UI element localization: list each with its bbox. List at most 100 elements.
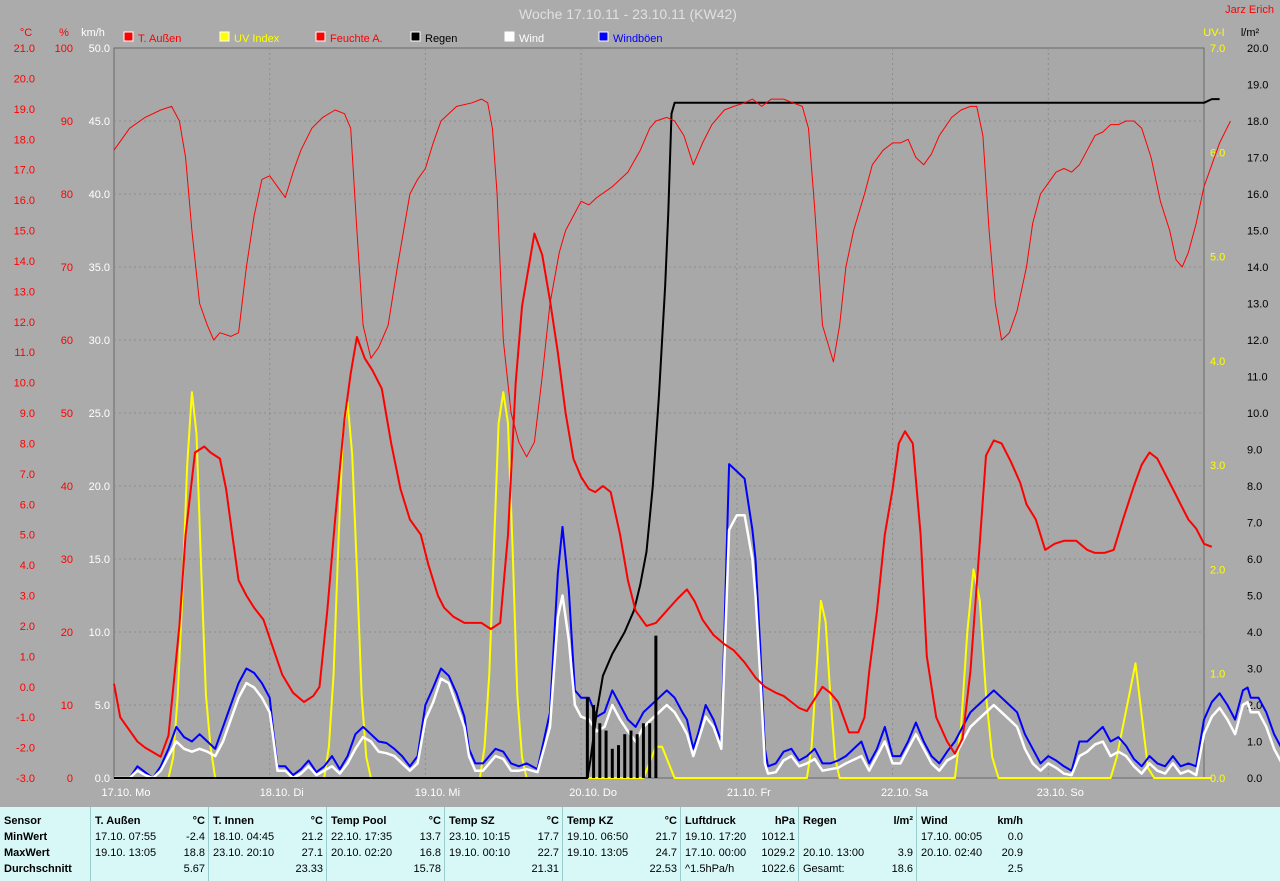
legend-label: UV Index [234,33,280,45]
temp-tick: 15.0 [14,226,35,238]
wind-tick: 25.0 [89,408,110,420]
stats-cell-label: MinWert [4,831,48,843]
stats-row: 21.31 [449,862,559,877]
stats-row: 19.10. 13:05 18.8 [95,846,205,861]
legend-swatch [598,31,609,42]
grid [113,47,1205,779]
uv-tick: 7.0 [1210,43,1225,55]
stats-row: 20.10. 02:20 16.8 [331,846,441,861]
rain-tick: 18.0 [1247,116,1268,128]
stats-cell-label: 19.10. 00:10 [449,847,511,859]
stats-row [803,830,913,845]
stats-cell-label: 23.10. 20:10 [213,847,275,859]
stats-header-unit: °C [546,815,559,827]
stats-cell-value: 18.6 [891,863,913,875]
temp-tick: 14.0 [14,256,35,268]
rain-bar [623,734,627,778]
temp-tick: 3.0 [20,591,35,603]
legend-label: Windböen [613,33,663,45]
temp-tick: 21.0 [14,43,35,55]
rain-tick: 15.0 [1247,226,1268,238]
temp-tick: 20.0 [14,73,35,85]
wind-unit-label: km/h [81,27,105,39]
humidity-tick: 40 [61,481,73,493]
legend-swatch [123,31,134,42]
stats-cell-label: 20.10. 02:20 [331,847,393,859]
temp-tick: 1.0 [20,651,35,663]
stats-row: 15.78 [331,862,441,877]
rain-tick: 12.0 [1247,335,1268,347]
stats-cell-label: MaxWert [4,847,50,859]
rain-tick: 14.0 [1247,262,1268,274]
stats-row: 23.33 [213,862,323,877]
rain-tick: 16.0 [1247,189,1268,201]
temp-tick: 17.0 [14,165,35,177]
temp-tick: 4.0 [20,560,35,572]
stats-header-label: T. Außen [95,815,141,827]
rain-tick: 8.0 [1247,481,1262,493]
stats-header-label: Sensor [4,815,42,827]
temp-tick: 13.0 [14,286,35,298]
rain-bar [585,697,589,778]
day-label: 19.10. Mi [415,787,460,799]
uv-unit-label: UV-I [1203,27,1224,39]
stats-cell-value: 13.7 [419,831,441,843]
humidity-tick: 20 [61,627,73,639]
temp-tick: 12.0 [14,317,35,329]
uv-tick: 4.0 [1210,356,1225,368]
legend-swatch [219,31,230,42]
humidity-tick: 50 [61,408,73,420]
stats-cell-label: Gesamt: [803,863,845,875]
day-label: 20.10. Do [569,787,617,799]
stats-cell-value: 18.8 [183,847,205,859]
stats-cell-value: 2.5 [1007,863,1023,875]
uv-tick: 0.0 [1210,773,1225,785]
stats-row: 23.10. 10:15 17.7 [449,830,559,845]
stats-cell-value: 24.7 [655,847,677,859]
wind-tick: 5.0 [95,700,110,712]
rain-bar [629,730,633,778]
uv-tick: 2.0 [1210,564,1225,576]
stats-cell-label: 19.10. 13:05 [95,847,157,859]
rain-tick: 20.0 [1247,43,1268,55]
day-label: 22.10. Sa [881,787,929,799]
stats-column: Regen l/m² 20.10. 13:00 3.9 Gesamt: 18.6 [798,807,917,881]
uv-tick: 5.0 [1210,252,1225,264]
temp-tick: 11.0 [14,347,35,359]
rain-bar [617,745,621,778]
stats-cell-value: 22.7 [537,847,559,859]
stats-row: Durchschnitt [4,862,86,877]
rain-bar [635,734,639,778]
chart-title: Woche 17.10.11 - 23.10.11 (KW42) [519,6,737,22]
legend: T. Außen UV Index Feuchte A. Regen Wind Windb… [123,31,663,45]
temp-tick: 2.0 [20,621,35,633]
humidity-tick: 30 [61,554,73,566]
rain-tick: 13.0 [1247,299,1268,311]
stats-cell-label: ^1.5hPa/h [685,863,735,875]
stats-cell-value: 23.33 [295,863,323,875]
rain-tick: 5.0 [1247,591,1262,603]
legend-label: Regen [425,33,457,45]
stats-cell-label: 17.10. 00:05 [921,831,983,843]
humidity-tick: 0 [67,773,73,785]
stats-column: Luftdruck hPa 19.10. 17:20 1012.1 17.10. 00:… [680,807,799,881]
wind-tick: 30.0 [89,335,110,347]
stats-cell-value: 20.9 [1001,847,1023,859]
rain-tick: 1.0 [1247,737,1262,749]
stats-header-label: Temp Pool [331,815,387,827]
stats-cell-label: 19.10. 06:50 [567,831,629,843]
stats-row: 22.53 [567,862,677,877]
stats-header-label: Wind [921,815,948,827]
stats-cell-label: 20.10. 13:00 [803,847,865,859]
rain-bar [610,748,614,778]
stats-header: Temp SZ °C [449,814,559,829]
statistics-table: Sensor MinWert MaxWert Durchschnitt T. Außen… [0,807,1280,881]
temp-tick: 10.0 [14,378,35,390]
stats-header-unit: °C [310,815,323,827]
stats-cell-label: Durchschnitt [4,863,72,875]
wind-tick: 20.0 [89,481,110,493]
temp-tick: 16.0 [14,195,35,207]
humidity-tick: 60 [61,335,73,347]
stats-cell-label: 19.10. 13:05 [567,847,629,859]
stats-header: Sensor [4,814,86,829]
